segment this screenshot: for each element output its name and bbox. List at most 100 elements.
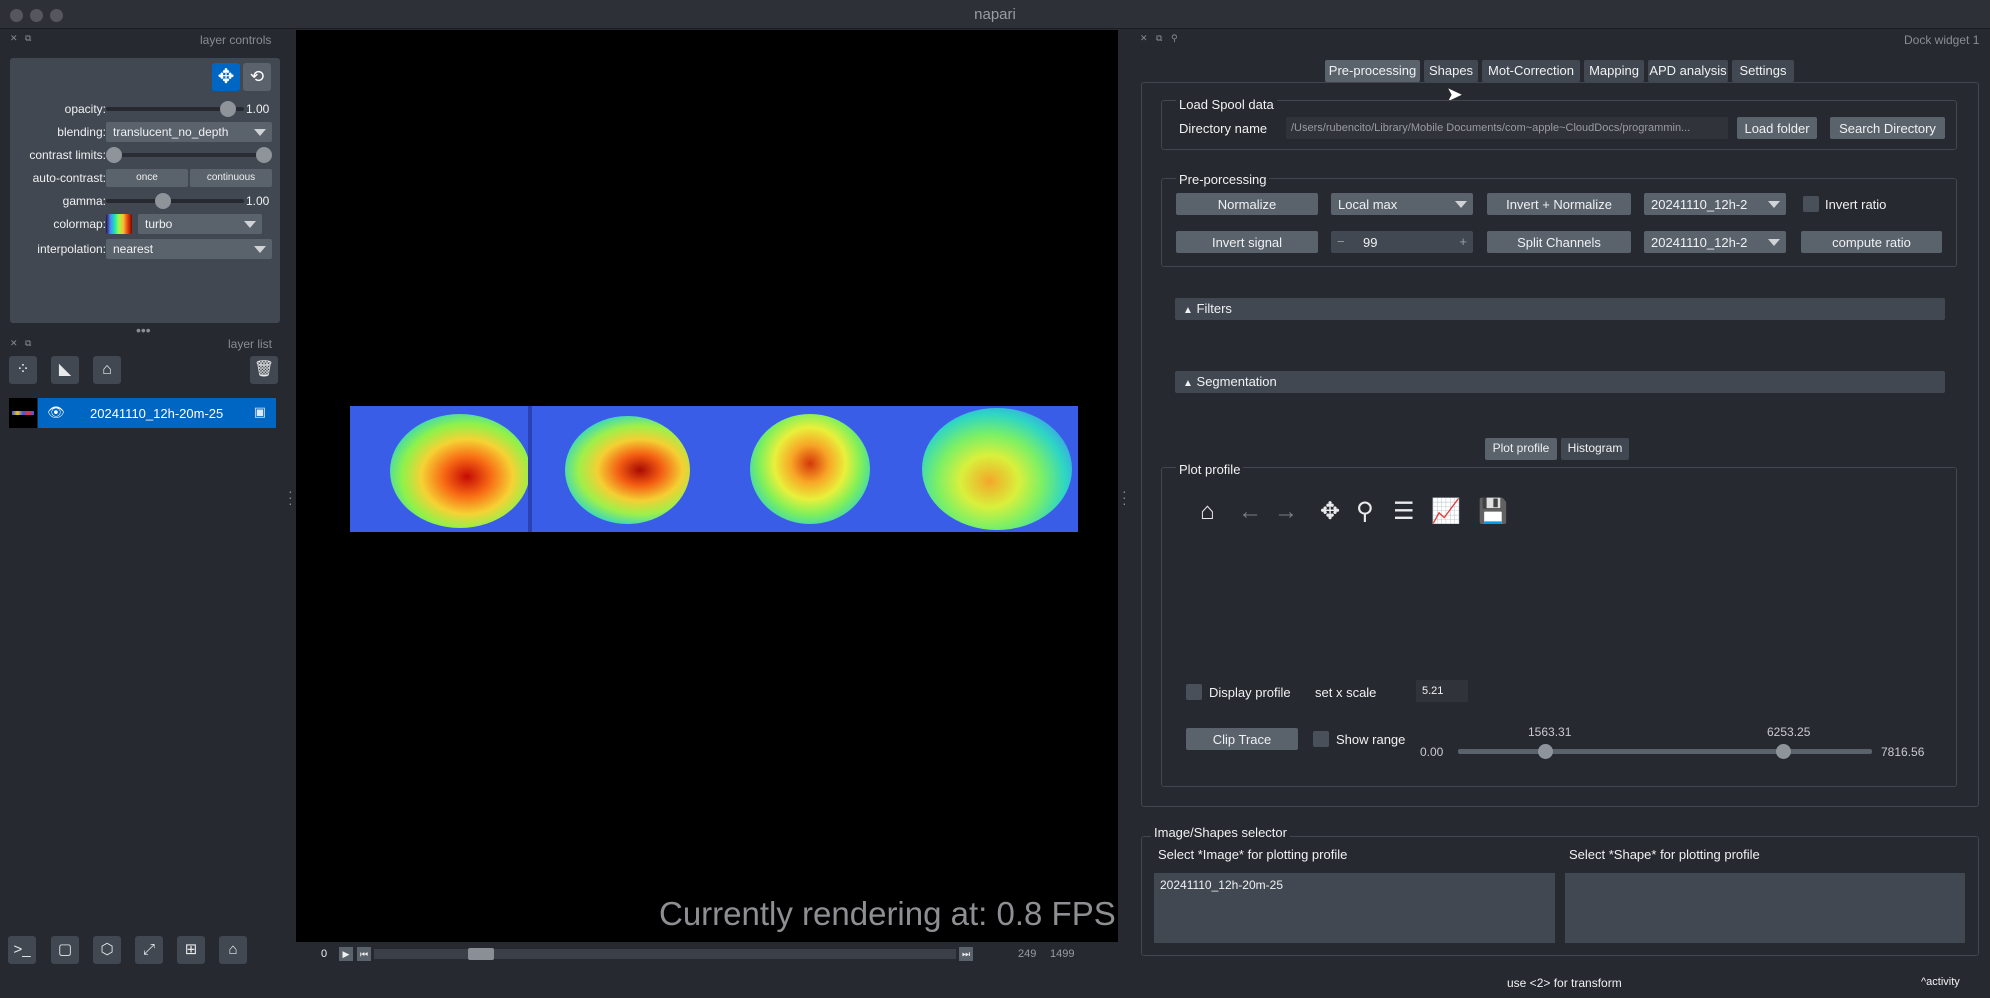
directory-path-field[interactable]: /Users/rubencito/Library/Mobile Document… [1286,117,1728,139]
frame-slider-handle[interactable] [468,948,494,960]
gamma-slider-handle[interactable] [155,193,171,209]
display-profile-checkbox[interactable] [1186,684,1202,700]
save-figure-icon[interactable]: 💾 [1478,498,1508,526]
roll-dims-icon[interactable]: ⬡ [93,936,121,964]
console-icon[interactable]: >_ [8,936,36,964]
dock-close-icon[interactable]: ✕ [1140,33,1148,44]
panel-float-icon[interactable]: ⧉ [25,33,31,44]
load-spool-title: Load Spool data [1176,97,1277,112]
blending-row: blending: translucent_no_depth [10,122,280,142]
edit-axis-icon[interactable]: 📈 [1431,498,1461,526]
blending-select[interactable]: translucent_no_depth [106,122,272,142]
range-min-label: 0.00 [1420,745,1444,759]
tab-settings[interactable]: Settings [1732,60,1794,82]
frame-slider[interactable] [374,949,956,959]
frame-current-value[interactable]: 249 [1018,948,1036,960]
dock-search-icon[interactable]: ⚲ [1171,33,1178,44]
pre-processing-title: Pre-porcessing [1176,172,1270,187]
search-directory-button[interactable]: Search Directory [1830,117,1945,139]
colormap-select[interactable]: turbo [138,214,262,234]
tab-pre-processing[interactable]: Pre-processing [1325,60,1420,82]
normalize-button[interactable]: Normalize [1176,193,1318,215]
pan-zoom-mode-button[interactable]: ✥ [212,63,240,91]
configure-subplots-icon[interactable]: ☰ [1393,498,1415,526]
range-low-handle[interactable] [1538,744,1553,759]
image-select-1[interactable]: 20241110_12h-2 [1644,193,1786,215]
step-back-icon[interactable]: ⏮ [357,947,371,961]
pan-icon[interactable]: ✥ [1320,498,1340,526]
x-scale-input[interactable]: 5.21 [1416,680,1468,702]
transpose-dims-icon[interactable]: ⤢ [135,936,163,964]
filters-collapsible[interactable]: ▲ Filters [1175,298,1945,320]
step-forward-icon[interactable]: ⏭ [959,947,973,961]
new-labels-layer-button[interactable]: ⌂ [93,356,121,384]
grid-mode-icon[interactable]: ⊞ [177,936,205,964]
dock-float-icon[interactable]: ⧉ [1156,33,1162,44]
tab-mot-correction[interactable]: Mot-Correction [1482,60,1580,82]
auto-contrast-label: auto-contrast: [32,171,106,185]
visibility-eye-icon[interactable]: 👁 [47,404,65,421]
panel-close-icon[interactable]: ✕ [10,338,18,349]
layer-thumbnail [9,398,37,428]
show-range-checkbox[interactable] [1313,731,1329,747]
image-layer-render [350,406,1078,532]
splitter-handle-icon[interactable]: ••• [136,322,151,338]
image-list-item[interactable]: 20241110_12h-20m-25 [1160,878,1549,892]
transform-mode-button[interactable]: ⟲ [243,63,271,91]
invert-normalize-button[interactable]: Invert + Normalize [1487,193,1631,215]
forward-arrow-icon[interactable]: → [1274,498,1298,526]
auto-contrast-once-button[interactable]: once [106,169,188,187]
panel-float-icon[interactable]: ⧉ [25,338,31,349]
interpolation-select[interactable]: nearest [106,239,272,259]
tab-apd-analysis[interactable]: APD analysis [1648,60,1728,82]
tab-mapping[interactable]: Mapping [1584,60,1644,82]
shape-list[interactable] [1565,873,1965,943]
new-points-layer-button[interactable]: ⁘ [9,356,37,384]
back-arrow-icon[interactable]: ← [1238,498,1262,526]
tab-shapes[interactable]: Shapes [1424,60,1478,82]
spin-value[interactable]: 99 [1363,235,1377,250]
split-channels-button[interactable]: Split Channels [1487,231,1631,253]
invert-ratio-checkbox[interactable] [1803,196,1819,212]
ndisplay-toggle-icon[interactable]: ▢ [51,936,79,964]
contrast-limits-slider[interactable] [114,153,264,157]
spin-plus-button[interactable]: + [1459,234,1467,249]
opacity-label: opacity: [64,102,106,116]
new-shapes-layer-button[interactable]: ◣ [51,356,79,384]
image-list[interactable]: 20241110_12h-20m-25 [1154,873,1555,943]
home-reset-view-icon[interactable]: ⌂ [219,936,247,964]
opacity-slider-handle[interactable] [220,101,236,117]
invert-signal-button[interactable]: Invert signal [1176,231,1318,253]
auto-contrast-continuous-button[interactable]: continuous [190,169,272,187]
gamma-slider[interactable] [106,199,244,203]
spin-minus-button[interactable]: − [1337,234,1345,249]
left-splitter-handle[interactable]: · · · [288,484,293,510]
contrast-min-handle[interactable] [106,147,122,163]
range-high-handle[interactable] [1776,744,1791,759]
contrast-max-handle[interactable] [256,147,272,163]
range-slider[interactable] [1458,749,1872,754]
segmentation-collapsible[interactable]: ▲ Segmentation [1175,371,1945,393]
home-icon[interactable]: ⌂ [1200,498,1215,526]
show-range-label: Show range [1336,732,1406,747]
image-select-2[interactable]: 20241110_12h-2 [1644,231,1786,253]
load-folder-button[interactable]: Load folder [1737,117,1817,139]
normalize-method-select[interactable]: Local max [1331,193,1473,215]
layer-list-item[interactable]: 👁 20241110_12h-20m-25 ▣ [38,398,276,428]
tab-histogram[interactable]: Histogram [1561,438,1629,460]
panel-close-icon[interactable]: ✕ [10,33,18,44]
zoom-icon[interactable]: ⚲ [1356,498,1374,526]
tab-plot-profile[interactable]: Plot profile [1485,438,1557,460]
play-icon[interactable]: ▶ [339,947,353,961]
activity-button[interactable]: ^activity [1921,976,1960,988]
compute-ratio-button[interactable]: compute ratio [1801,231,1942,253]
image-layer-icon: ▣ [253,404,266,419]
display-profile-label: Display profile [1209,685,1291,700]
right-splitter-handle[interactable]: · · · [1122,484,1127,510]
threshold-spinbox[interactable]: − 99 + [1331,231,1473,253]
layer-list-title: layer list [228,337,273,351]
chevron-down-icon [244,221,256,228]
blending-value: translucent_no_depth [113,125,229,139]
clip-trace-button[interactable]: Clip Trace [1186,728,1298,750]
delete-layer-button[interactable]: 🗑 [250,356,278,384]
